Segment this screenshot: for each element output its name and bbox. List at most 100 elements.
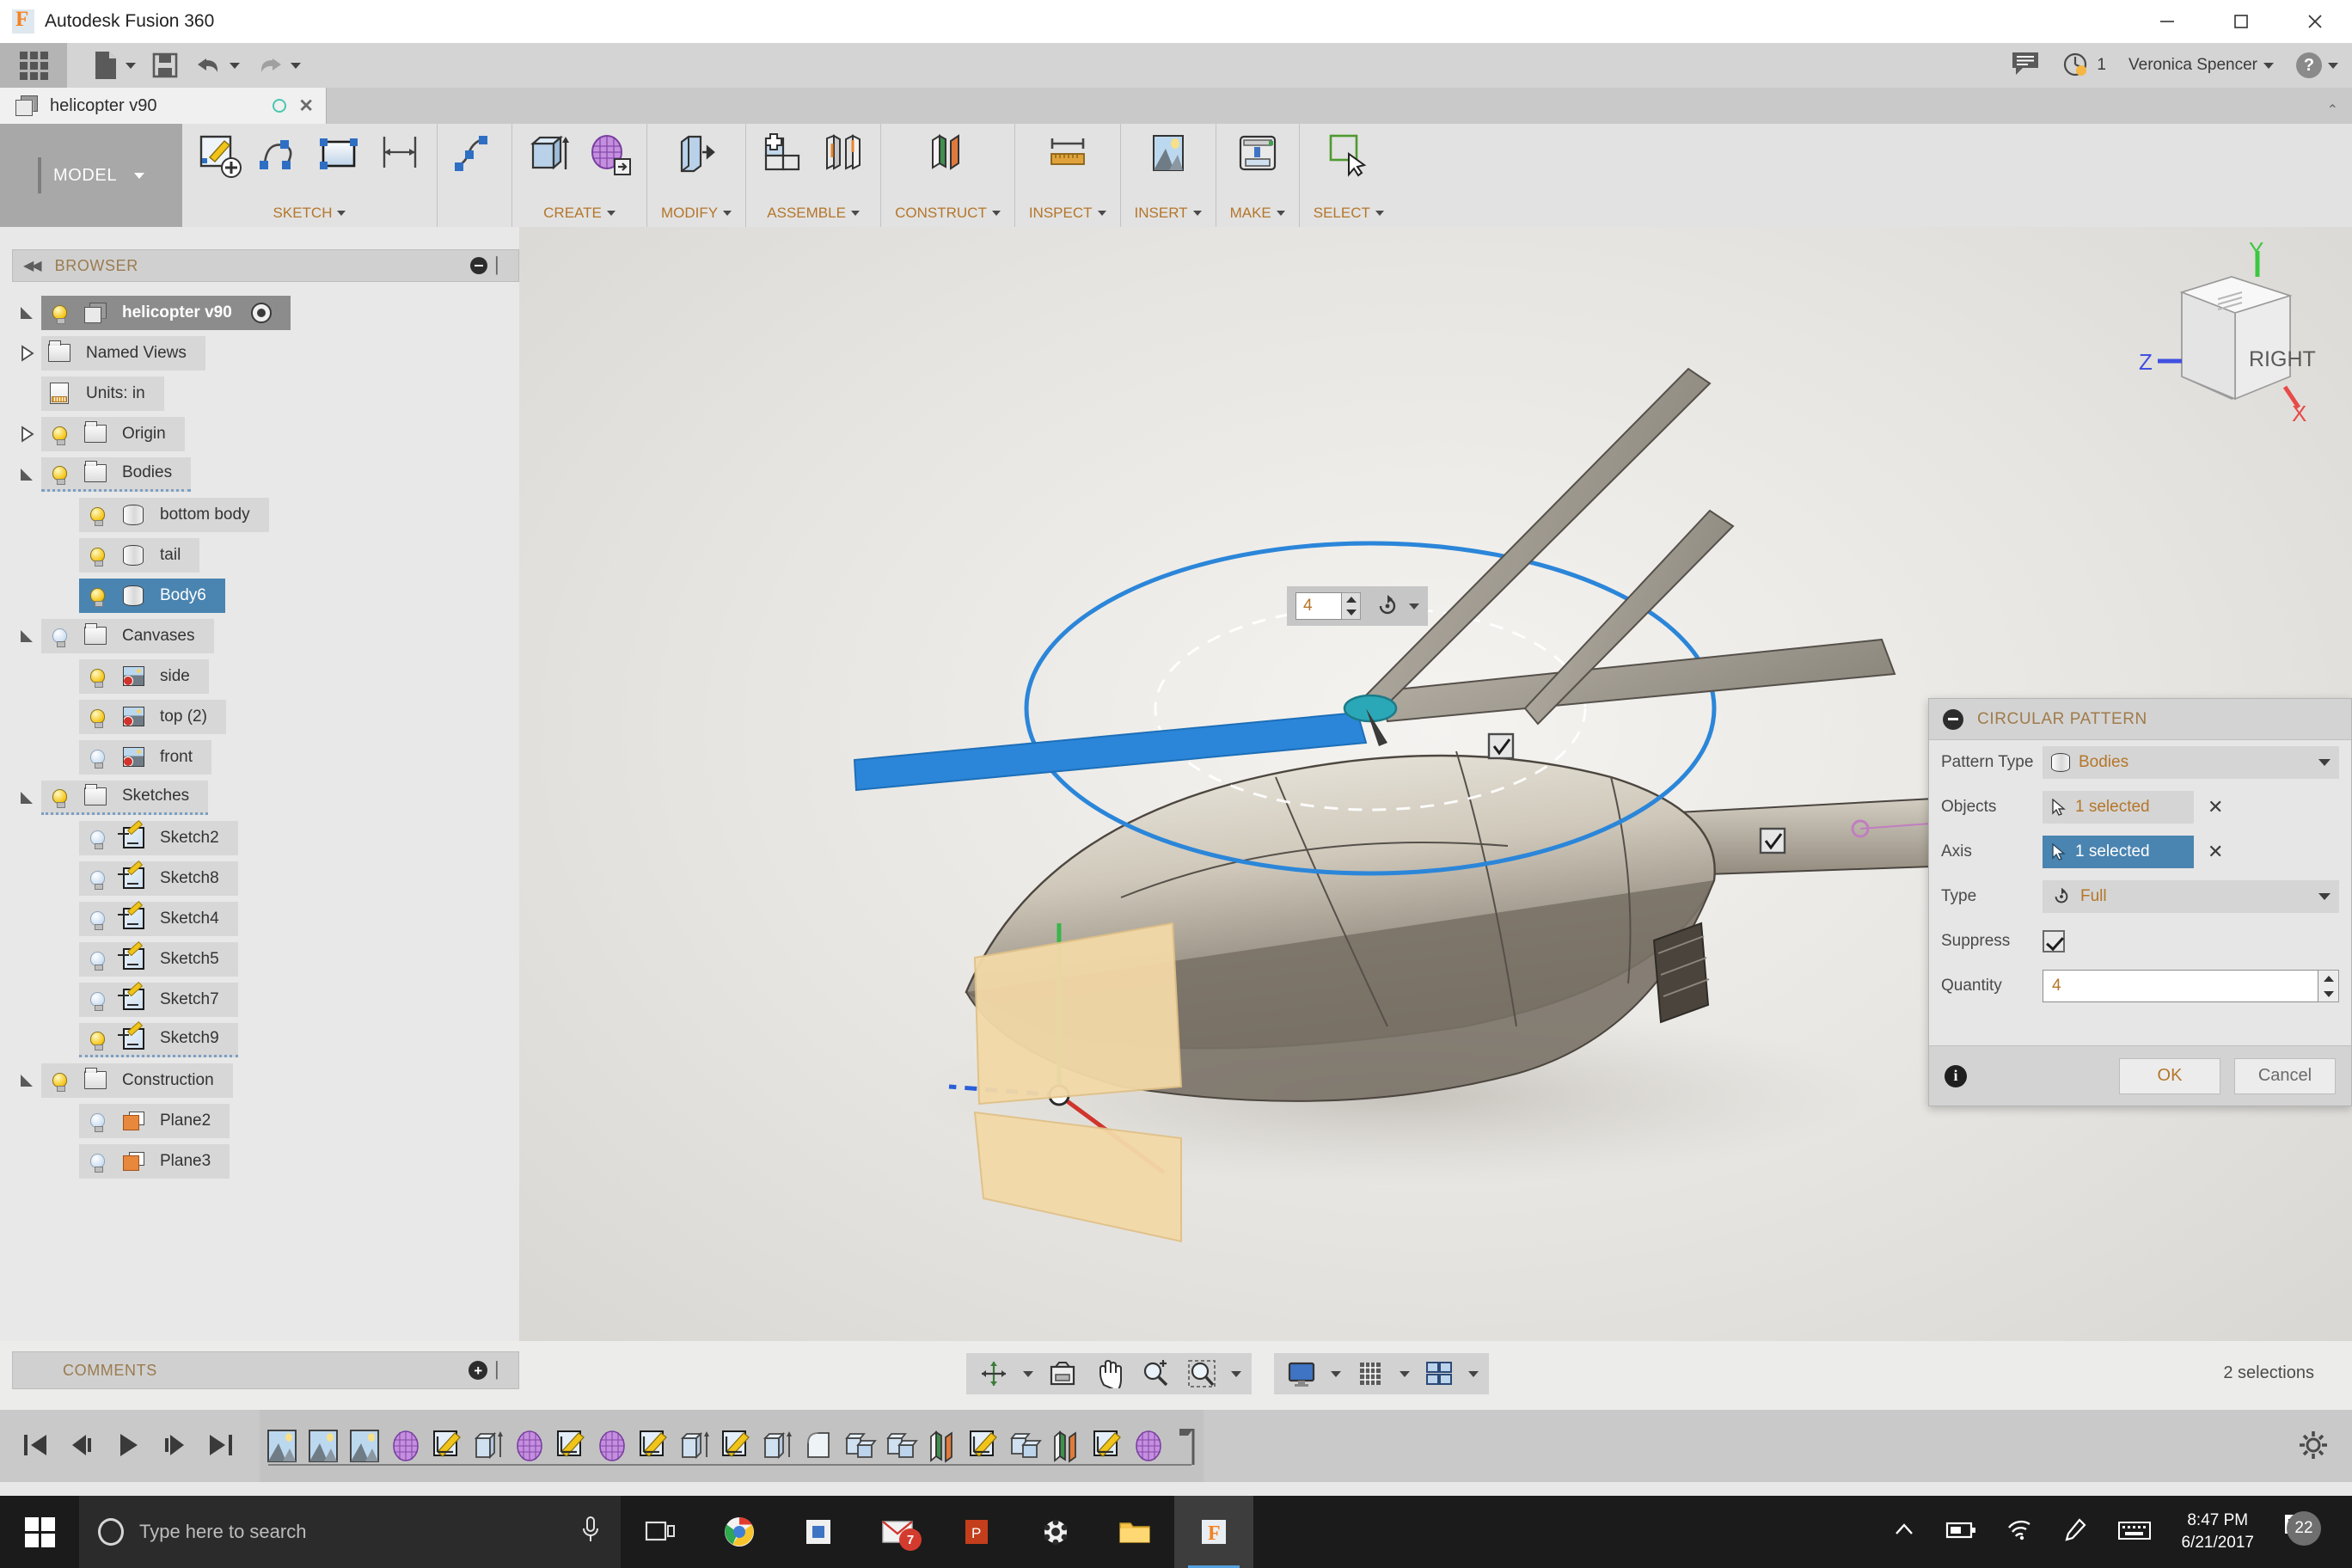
visibility-bulb-icon[interactable] [79,1144,115,1179]
clear-axis-icon[interactable]: ✕ [2208,841,2223,863]
powerpoint-icon[interactable]: P [937,1496,1016,1568]
rectangle-icon[interactable] [316,132,363,180]
combine-icon[interactable] [884,1428,918,1464]
comments-resize-grip[interactable]: ▏ [496,1362,508,1380]
form-icon[interactable] [595,1428,629,1464]
tree-node[interactable]: Sketch2 [79,820,238,855]
visibility-bulb-icon[interactable] [79,498,115,532]
chevron-down-icon[interactable] [1023,1370,1033,1377]
chevron-down-icon[interactable] [2318,893,2331,900]
info-icon[interactable]: i [1945,1064,1967,1087]
workspace-switcher[interactable]: MODEL [0,124,182,227]
tree-row-sketch2[interactable]: Sketch2 [12,818,519,858]
maximize-button[interactable] [2204,0,2278,43]
undo-button[interactable] [188,43,246,88]
tree-row-side[interactable]: side [12,656,519,696]
tree-row-canvases[interactable]: Canvases [12,616,519,656]
combine-icon[interactable] [1008,1428,1042,1464]
chevron-down-icon[interactable] [1097,211,1106,216]
form-icon[interactable] [389,1428,423,1464]
step-back-icon[interactable] [67,1431,98,1461]
stepper-up-icon[interactable] [2318,971,2338,986]
tree-node[interactable]: Sketch8 [79,861,238,896]
visibility-bulb-icon[interactable] [79,821,115,855]
zoom-icon[interactable] [1138,1357,1173,1391]
extrude-icon[interactable] [526,132,573,180]
chevron-down-icon[interactable] [1468,1370,1479,1377]
quantity-stepper[interactable] [2318,970,2339,1002]
chevron-down-icon[interactable] [1331,1370,1341,1377]
sketch-icon[interactable] [719,1428,753,1464]
new-file-button[interactable] [86,43,142,88]
tree-row-sketches[interactable]: Sketches [12,777,519,818]
ok-button[interactable]: OK [2119,1057,2220,1094]
twisty-closed-icon[interactable] [12,344,41,363]
canvas-icon[interactable] [306,1428,340,1464]
help-menu[interactable]: ? [2296,52,2338,78]
add-comment-icon[interactable]: + [469,1361,488,1380]
keyboard-icon[interactable] [2117,1518,2152,1547]
tree-node[interactable]: Body6 [79,578,225,613]
combine-icon[interactable] [842,1428,877,1464]
chevron-down-icon[interactable] [2328,62,2338,69]
chevron-down-icon[interactable] [1231,1370,1241,1377]
collapse-ribbon-icon[interactable]: ⌃ [2327,101,2338,119]
visibility-bulb-icon[interactable] [79,659,115,694]
tree-row-construction[interactable]: Construction [12,1060,519,1100]
ribbon-group-label-construct[interactable]: CONSTRUCT [895,205,1001,222]
tree-row-body6[interactable]: Body6 [12,575,519,616]
select-cursor-icon[interactable] [1326,132,1372,180]
ribbon-group-label-inspect[interactable]: INSPECT [1029,205,1106,222]
tree-node-root[interactable]: helicopter v90 [41,295,291,330]
microphone-icon[interactable] [579,1515,602,1550]
chevron-down-icon[interactable] [1192,211,1202,216]
canvas-quantity-stepper[interactable] [1342,592,1361,620]
joint-icon[interactable] [820,132,867,180]
task-view-icon[interactable] [621,1496,700,1568]
tree-node[interactable]: Sketch7 [79,982,238,1017]
twisty-open-icon[interactable] [12,788,41,807]
fusion360-taskbar-icon[interactable]: F [1174,1496,1253,1568]
spline-icon[interactable] [256,132,303,180]
measure-icon[interactable] [1044,132,1091,180]
tree-row-sketch8[interactable]: Sketch8 [12,858,519,898]
active-component-icon[interactable] [250,302,272,323]
tree-node[interactable]: Sketch5 [79,941,238,977]
mail-icon[interactable]: 7 [858,1496,937,1568]
chevron-down-icon[interactable] [337,211,346,216]
browser-resize-grip[interactable]: ▏ [496,257,508,275]
stepper-down-icon[interactable] [2318,986,2338,1001]
tree-row-units-in[interactable]: Units: in [12,373,519,413]
pen-icon[interactable] [2062,1517,2088,1547]
visibility-bulb-icon[interactable] [41,417,77,451]
minimize-button[interactable] [2130,0,2204,43]
cancel-button[interactable]: Cancel [2234,1057,2336,1094]
new-component-icon[interactable] [760,132,806,180]
press-pull-icon[interactable] [673,132,720,180]
sketch-icon[interactable] [430,1428,464,1464]
sketch-icon[interactable] [966,1428,1001,1464]
offset-plane-icon[interactable] [924,132,971,180]
objects-selection-field[interactable]: 1 selected [2043,791,2194,824]
form-icon[interactable] [1131,1428,1166,1464]
user-menu[interactable]: Veronica Spencer [2128,56,2274,75]
chevron-down-icon[interactable] [1375,211,1384,216]
tree-row-tail[interactable]: tail [12,535,519,575]
job-status[interactable]: 1 [2062,52,2106,79]
pattern-type-dropdown[interactable]: Bodies [2043,746,2339,779]
search-input[interactable]: Type here to search [79,1496,621,1568]
tree-node[interactable]: Plane2 [79,1103,230,1138]
ribbon-group-label-modify[interactable]: MODIFY [661,205,732,222]
comments-panel-header[interactable]: COMMENTS + ▏ [12,1351,519,1389]
close-button[interactable] [2278,0,2352,43]
view-cube[interactable]: RIGHT Y Z X [2122,237,2337,428]
stepper-up-icon[interactable] [1342,593,1360,606]
sketch-icon[interactable] [554,1428,588,1464]
save-button[interactable] [145,43,185,88]
go-to-beginning-icon[interactable] [21,1431,52,1461]
canvas-quantity-input[interactable]: 4 [1295,592,1342,620]
chevron-down-icon[interactable] [1409,603,1419,609]
close-icon[interactable]: ✕ [298,95,314,117]
twisty-open-icon[interactable] [12,1071,41,1090]
tree-row-plane3[interactable]: Plane3 [12,1141,519,1181]
